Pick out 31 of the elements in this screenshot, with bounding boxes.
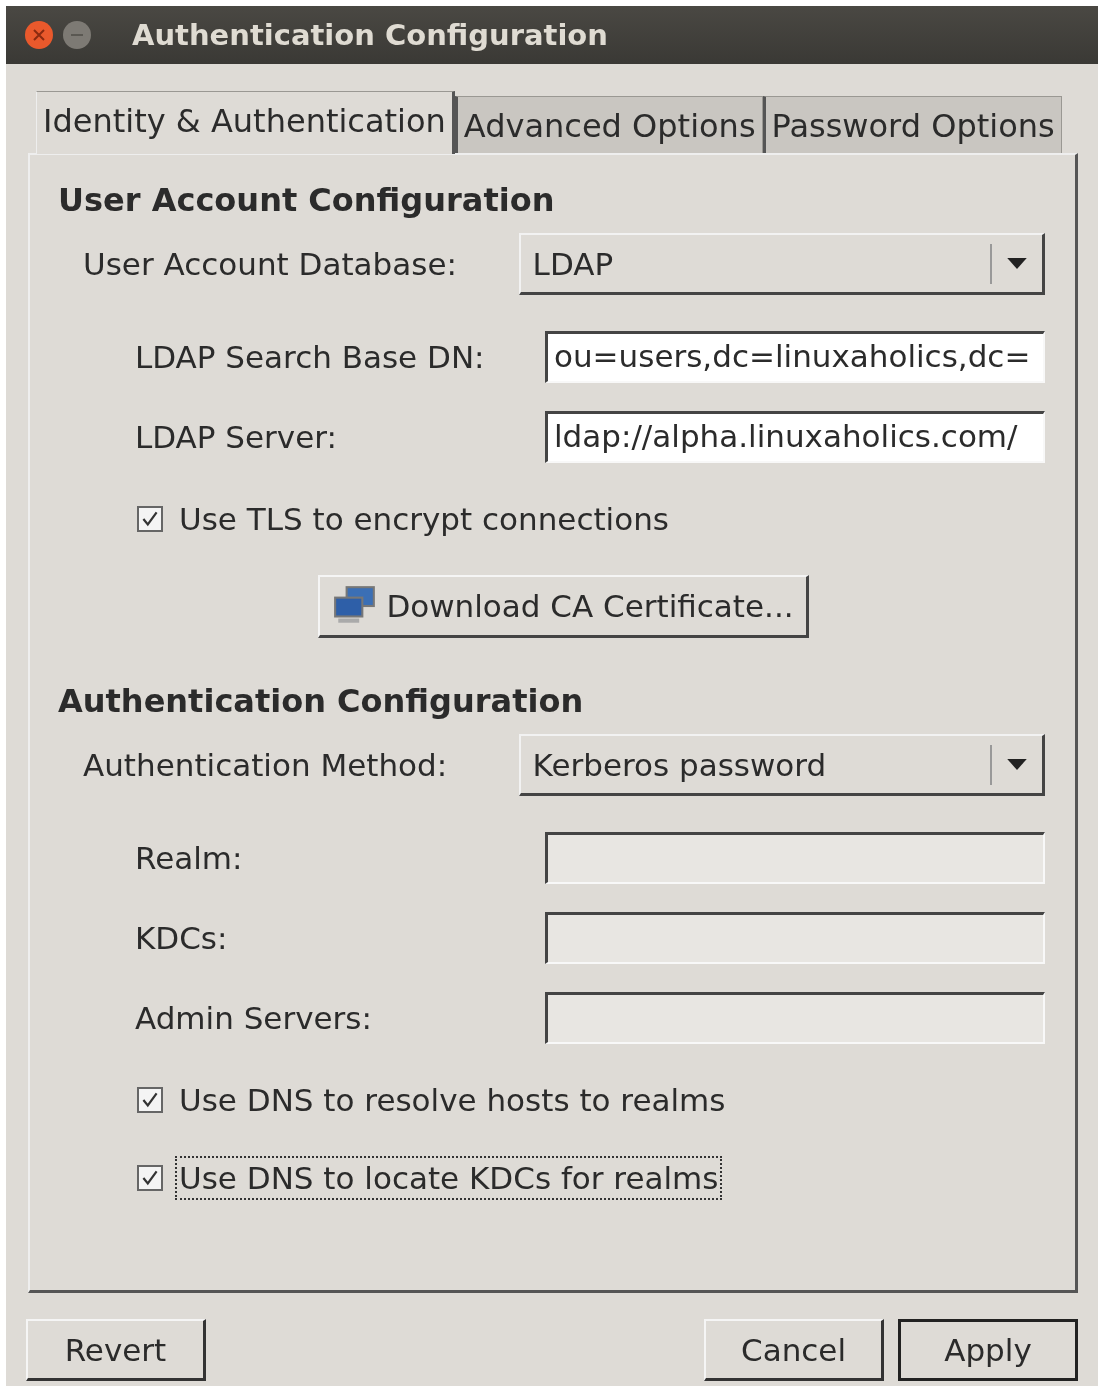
checkbox[interactable]	[137, 1165, 163, 1191]
download-button[interactable]: Download CA Certificate...	[318, 575, 809, 638]
caret-icon	[1006, 257, 1028, 270]
checkbox[interactable]	[137, 506, 163, 532]
field-label: LDAP Server:	[135, 419, 338, 455]
close-icon[interactable]	[24, 20, 54, 50]
dropdown[interactable]: LDAP	[518, 233, 1045, 295]
input-field[interactable]: ou=users,dc=linuxaholics,dc=	[545, 331, 1045, 383]
dialog-button[interactable]: Apply	[898, 1319, 1078, 1381]
input-field[interactable]: ldap://alpha.linuxaholics.com/	[545, 411, 1045, 463]
checkbox[interactable]	[137, 1087, 163, 1113]
field-label: Realm:	[135, 840, 244, 876]
caret-icon	[1006, 758, 1028, 771]
field-label: Admin Servers:	[135, 1000, 373, 1036]
dropdown[interactable]: Kerberos password	[518, 734, 1045, 796]
window-title: Authentication Configuration	[132, 18, 608, 52]
tab[interactable]: Identity & Authentication	[36, 91, 455, 154]
section-heading: Authentication Configuration	[58, 682, 585, 720]
tab[interactable]: Password Options	[762, 96, 1062, 153]
field-label: LDAP Search Base DN:	[135, 339, 486, 375]
section-heading: User Account Configuration	[58, 181, 556, 219]
dialog-button[interactable]: Revert	[26, 1319, 206, 1381]
field-label: User Account Database:	[83, 246, 458, 282]
checkbox-label[interactable]: Use TLS to encrypt connections	[175, 497, 673, 541]
checkbox-label[interactable]: Use DNS to locate KDCs for realms	[175, 1156, 723, 1200]
field-label: Authentication Method:	[83, 747, 449, 783]
checkbox-label[interactable]: Use DNS to resolve hosts to realms	[175, 1078, 730, 1122]
minimize-icon[interactable]	[62, 20, 92, 50]
dialog-button[interactable]: Cancel	[704, 1319, 884, 1381]
tab[interactable]: Advanced Options	[454, 96, 763, 153]
field-label: KDCs:	[135, 920, 229, 956]
